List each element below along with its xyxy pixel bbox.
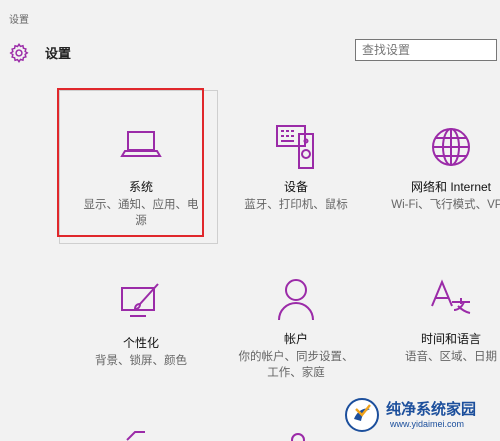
watermark-logo-icon: [345, 398, 379, 432]
search-input[interactable]: [355, 39, 497, 61]
tile-time-language-desc: 语音、区域、日期: [405, 351, 497, 363]
tile-personalization-name: 个性化: [122, 336, 159, 350]
tile-network-desc: Wi-Fi、飞行模式、VPN: [391, 199, 500, 211]
laptop-icon: [120, 131, 162, 157]
tile-system[interactable]: 系统 显示、通知、应用、电源: [66, 124, 216, 229]
person-icon: [278, 279, 314, 321]
watermark: 纯净系统家园 www.yidaimei.com: [344, 395, 494, 435]
tile-accounts-name: 帐户: [283, 332, 308, 346]
tile-system-name: 系统: [128, 180, 153, 194]
partial-icon: [291, 433, 305, 441]
partial-icon: [126, 431, 145, 441]
tile-time-language-name: 时间和语言: [420, 332, 481, 346]
tile-time-language[interactable]: 时间和语言 语音、区域、日期: [376, 276, 500, 365]
personalization-icon: [121, 283, 159, 317]
tile-devices-desc: 蓝牙、打印机、鼠标: [244, 199, 348, 211]
tile-personalization[interactable]: 个性化 背景、锁屏、颜色: [66, 280, 216, 369]
watermark-title: 纯净系统家园: [386, 401, 477, 418]
tile-devices[interactable]: 设备 蓝牙、打印机、鼠标: [221, 124, 371, 213]
gear-icon: [9, 42, 29, 64]
tile-network-name: 网络和 Internet: [410, 180, 492, 194]
devices-icon: [276, 125, 314, 169]
globe-icon: [432, 128, 470, 166]
tile-network[interactable]: 网络和 Internet Wi-Fi、飞行模式、VPN: [376, 124, 500, 213]
tile-devices-name: 设备: [283, 180, 308, 194]
page-title: 设置: [45, 46, 72, 61]
tile-accounts-desc: 你的帐户、同步设置、工作、家庭: [238, 351, 354, 379]
tile-accounts[interactable]: 帐户 你的帐户、同步设置、工作、家庭: [221, 276, 371, 381]
watermark-url: www.yidaimei.com: [390, 419, 465, 429]
window-title: 设置: [9, 15, 29, 26]
tile-personalization-desc: 背景、锁屏、颜色: [95, 355, 187, 367]
time-language-icon: [431, 279, 471, 314]
tile-system-desc: 显示、通知、应用、电源: [83, 199, 199, 227]
